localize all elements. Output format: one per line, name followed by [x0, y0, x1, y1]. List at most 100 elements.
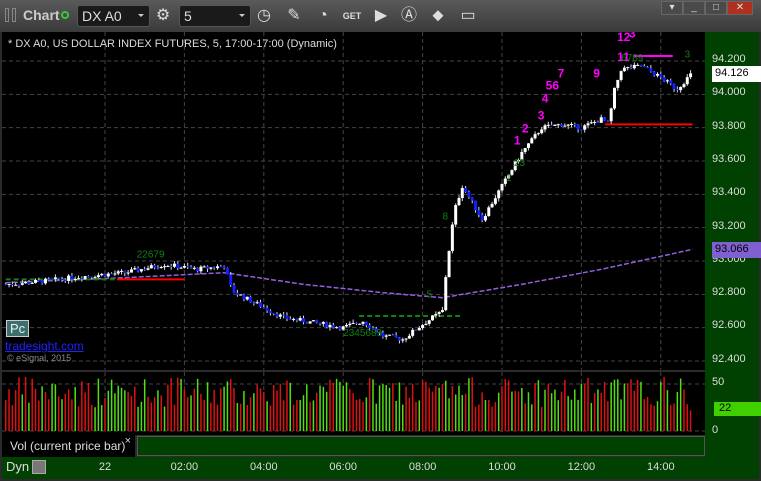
candle [163, 266, 167, 268]
candle [315, 320, 319, 323]
candle [427, 320, 431, 324]
candle [182, 266, 186, 268]
candle [156, 267, 160, 269]
candle [47, 278, 51, 280]
candle [159, 267, 163, 269]
candle [53, 277, 57, 279]
candle [70, 275, 74, 280]
alert-icon[interactable]: Ⓐ [398, 5, 420, 27]
candle [288, 318, 292, 320]
candle [689, 73, 693, 78]
price-axis-label: 93.800 [712, 119, 746, 132]
close-icon[interactable]: × [125, 435, 131, 447]
candle [526, 143, 530, 148]
candle [229, 274, 233, 286]
candle [424, 323, 428, 326]
ma-value-marker: 93.066 [712, 242, 761, 258]
candle [622, 67, 626, 72]
candle [40, 280, 44, 284]
candle [464, 188, 468, 192]
candle [206, 266, 210, 269]
candle [599, 117, 603, 123]
gear-icon[interactable]: ⚙ [152, 5, 174, 27]
study-icon[interactable]: ◔ [312, 5, 334, 27]
candle [116, 271, 120, 274]
live-status-icon [61, 11, 69, 19]
candle [394, 335, 398, 338]
candle [17, 284, 21, 286]
restore-menu-button[interactable]: ▾ [661, 1, 683, 15]
candle [474, 200, 478, 211]
candle [321, 322, 325, 324]
candle [34, 279, 38, 283]
price-axis-label: 92.400 [712, 352, 746, 365]
candle [543, 125, 547, 130]
candle [603, 117, 607, 121]
candle [139, 269, 143, 272]
volume-chart[interactable] [2, 372, 705, 435]
comment-icon[interactable]: ▭ [457, 5, 479, 27]
drag-handle[interactable] [12, 8, 16, 22]
close-button[interactable]: ✕ [727, 1, 753, 15]
candle [437, 312, 441, 314]
candle [30, 282, 34, 284]
candle [619, 71, 623, 80]
clock-icon[interactable]: ◷ [253, 5, 275, 27]
drag-handle[interactable] [5, 8, 9, 22]
candle [215, 266, 219, 269]
link-icon[interactable]: ⬥ [427, 5, 449, 27]
candle [235, 292, 239, 295]
candle [612, 87, 616, 109]
candle [480, 214, 484, 221]
candle [103, 273, 107, 277]
candle [589, 122, 593, 124]
volume-study-tab[interactable]: Vol (current price bar) × [2, 435, 135, 457]
title-bar: Chart DX A0 ⚙ 5 ◷ ✎ ◔ GET ▶ Ⓐ ⬥ ▭ ▾ _ □ … [0, 0, 761, 32]
price-chart[interactable]: 1 2 3 4 56 7 9 11 12 3 8 1 23 6789 3 22679 2345689 5 [2, 32, 705, 370]
candle [569, 123, 573, 125]
candle [659, 73, 663, 78]
candle [596, 121, 600, 123]
interval-input[interactable]: 5 [179, 5, 251, 27]
candle [189, 266, 193, 269]
candle [255, 302, 259, 304]
candle [245, 296, 249, 300]
candle [149, 265, 153, 269]
candle [450, 224, 454, 251]
candle [563, 125, 567, 127]
candle [169, 265, 173, 267]
candle [434, 313, 438, 316]
maximize-button[interactable]: □ [705, 1, 727, 15]
td-count-label: 1 [506, 173, 512, 184]
candle [649, 68, 653, 72]
pencil-icon[interactable]: ✎ [283, 5, 305, 27]
candle [417, 327, 421, 331]
candle [523, 147, 527, 152]
candle [497, 190, 501, 199]
symbol-input[interactable]: DX A0 [77, 5, 150, 27]
candle [652, 71, 656, 76]
chevron-down-icon [138, 14, 144, 17]
candle [662, 77, 666, 82]
candle [490, 203, 494, 208]
time-axis-tick: 04:00 [250, 461, 278, 473]
time-axis-tick: 22 [98, 461, 112, 473]
candle [431, 315, 435, 321]
candle [202, 266, 206, 268]
time-axis[interactable]: Dyn [2, 457, 759, 479]
candle [57, 277, 61, 280]
candle [305, 322, 309, 324]
td-count-label: 5 [427, 290, 433, 301]
get-icon[interactable]: GET [341, 5, 363, 27]
candle [136, 268, 140, 272]
td-count-label: 2 [522, 122, 529, 136]
candle [553, 124, 557, 126]
play-icon[interactable]: ▶ [370, 5, 392, 27]
candle [252, 302, 256, 304]
candle [126, 272, 130, 274]
lock-icon[interactable] [32, 460, 46, 474]
minimize-button[interactable]: _ [683, 1, 705, 15]
site-link[interactable]: tradesight.com [5, 339, 84, 353]
volume-axis-label: 50 [712, 376, 725, 388]
price-axis-label: 92.600 [712, 319, 746, 332]
